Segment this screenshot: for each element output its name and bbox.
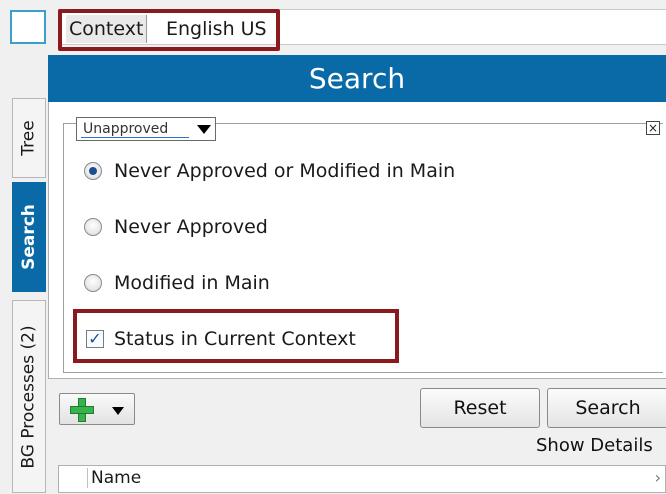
dropdown-focus-underline [81, 137, 189, 138]
tab-search[interactable]: Search [12, 182, 46, 292]
filter-type-dropdown[interactable]: Unapproved [76, 117, 216, 141]
plus-icon [70, 398, 94, 422]
column-header-name[interactable]: Name [87, 468, 141, 488]
tab-bg-processes[interactable]: BG Processes (2) [12, 300, 46, 493]
radio-modified-in-main[interactable]: Modified in Main [84, 268, 270, 298]
status-in-current-context-checkbox[interactable]: ✓ Status in Current Context [86, 324, 356, 354]
tab-bg-processes-label: BG Processes (2) [19, 324, 40, 469]
chevron-right-icon[interactable]: › [655, 468, 661, 487]
tab-tree-label: Tree [19, 120, 40, 156]
checkbox-label: Status in Current Context [114, 328, 356, 350]
search-button[interactable]: Search [547, 388, 666, 428]
radio-button-checked[interactable] [84, 162, 102, 180]
radio-button[interactable] [84, 274, 102, 292]
radio-label: Modified in Main [114, 272, 270, 294]
radio-never-approved[interactable]: Never Approved [84, 212, 268, 242]
radio-label: Never Approved or Modified in Main [114, 160, 456, 182]
checkmark-icon[interactable]: ✓ [86, 330, 104, 348]
close-icon[interactable]: × [646, 121, 660, 135]
radio-never-approved-or-modified[interactable]: Never Approved or Modified in Main [84, 156, 455, 186]
add-button[interactable] [59, 393, 135, 425]
search-header: Search [48, 55, 666, 102]
show-details-link[interactable]: Show Details [536, 435, 653, 456]
context-highlight-box [58, 9, 280, 51]
reset-button[interactable]: Reset [420, 388, 540, 428]
radio-button[interactable] [84, 218, 102, 236]
chevron-down-icon [112, 407, 124, 415]
tab-search-label: Search [19, 204, 39, 270]
tab-tree[interactable]: Tree [12, 98, 46, 178]
results-list-header: Name › [58, 465, 666, 493]
corner-box[interactable] [10, 10, 46, 44]
radio-label: Never Approved [114, 216, 268, 238]
chevron-down-icon [197, 125, 211, 134]
